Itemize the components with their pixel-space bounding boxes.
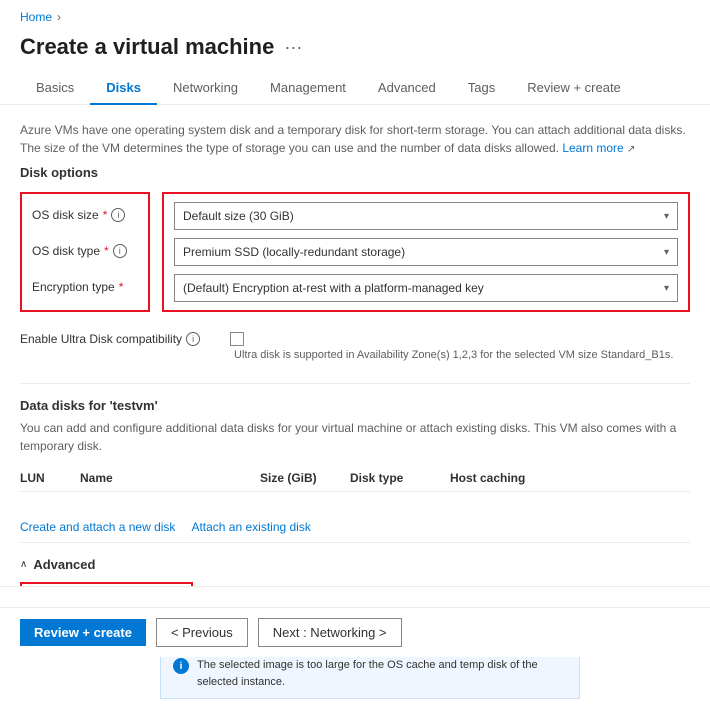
os-disk-type-required: * <box>104 244 109 258</box>
breadcrumb-separator: › <box>57 10 61 24</box>
review-create-button[interactable]: Review + create <box>20 619 146 646</box>
col-size: Size (GiB) <box>260 471 350 485</box>
encryption-type-dropdown[interactable]: (Default) Encryption at-rest with a plat… <box>174 274 678 302</box>
ultra-disk-checkbox-container: Ultra disk is supported in Availability … <box>230 332 673 363</box>
encryption-type-required: * <box>119 280 124 294</box>
ultra-disk-row: Enable Ultra Disk compatibility i Ultra … <box>20 328 690 367</box>
chevron-down-icon: ▾ <box>664 283 669 294</box>
tab-basics[interactable]: Basics <box>20 72 90 105</box>
page-header: Create a virtual machine ··· <box>0 29 710 72</box>
section-divider <box>20 383 690 384</box>
learn-more-link[interactable]: Learn more <box>562 141 623 155</box>
tab-disks[interactable]: Disks <box>90 72 157 105</box>
col-host-caching: Host caching <box>450 471 570 485</box>
os-disk-type-value: Premium SSD (locally-redundant storage) <box>183 245 405 259</box>
tab-networking[interactable]: Networking <box>157 72 254 105</box>
chevron-down-icon: ▾ <box>664 211 669 222</box>
os-disk-size-label: OS disk size * i <box>32 202 138 228</box>
data-disks-table-body <box>20 492 690 512</box>
chevron-up-icon: ∧ <box>20 559 27 570</box>
attach-existing-disk-link[interactable]: Attach an existing disk <box>191 520 310 534</box>
os-disk-size-value: Default size (30 GiB) <box>183 209 294 223</box>
ultra-disk-note: Ultra disk is supported in Availability … <box>234 348 673 363</box>
os-disk-size-info-icon[interactable]: i <box>111 208 125 222</box>
previous-button[interactable]: < Previous <box>156 618 248 647</box>
tab-tags[interactable]: Tags <box>452 72 511 105</box>
disk-options-container: OS disk size * i OS disk type * i Encryp… <box>20 192 690 312</box>
data-disks-table-header: LUN Name Size (GiB) Disk type Host cachi… <box>20 465 690 492</box>
os-disk-size-required: * <box>103 208 108 222</box>
ultra-disk-info-icon[interactable]: i <box>186 332 200 346</box>
data-disks-title: Data disks for 'testvm' <box>20 398 690 413</box>
tab-advanced[interactable]: Advanced <box>362 72 452 105</box>
info-circle-icon: i <box>173 658 189 674</box>
disk-labels-panel: OS disk size * i OS disk type * i Encryp… <box>20 192 150 312</box>
tab-review-create[interactable]: Review + create <box>511 72 637 105</box>
ultra-disk-checkbox[interactable] <box>230 332 244 346</box>
os-disk-size-dropdown[interactable]: Default size (30 GiB) ▾ <box>174 202 678 230</box>
col-disk-type: Disk type <box>350 471 450 485</box>
col-lun: LUN <box>20 471 80 485</box>
advanced-header[interactable]: ∧ Advanced <box>20 557 690 572</box>
col-name: Name <box>80 471 260 485</box>
more-options-icon[interactable]: ··· <box>284 37 302 58</box>
breadcrumb-home[interactable]: Home <box>20 10 52 24</box>
ultra-disk-label: Enable Ultra Disk compatibility i <box>20 332 220 346</box>
create-attach-disk-link[interactable]: Create and attach a new disk <box>20 520 175 534</box>
table-actions: Create and attach a new disk Attach an e… <box>20 520 690 534</box>
disk-options-title: Disk options <box>20 165 690 180</box>
chevron-down-icon: ▾ <box>664 247 669 258</box>
ephemeral-info-text: The selected image is too large for the … <box>197 657 567 690</box>
data-disks-description: You can add and configure additional dat… <box>20 419 690 455</box>
encryption-type-label: Encryption type * <box>32 274 138 300</box>
footer-actions: Review + create < Previous Next : Networ… <box>0 607 710 657</box>
disk-description: Azure VMs have one operating system disk… <box>20 121 690 157</box>
advanced-section-title: Advanced <box>33 557 95 572</box>
os-disk-type-info-icon[interactable]: i <box>113 244 127 258</box>
section-divider-2 <box>20 542 690 543</box>
page-title: Create a virtual machine <box>20 34 274 60</box>
breadcrumb: Home › <box>0 0 710 29</box>
disk-dropdowns-panel: Default size (30 GiB) ▾ Premium SSD (loc… <box>162 192 690 312</box>
os-disk-type-dropdown[interactable]: Premium SSD (locally-redundant storage) … <box>174 238 678 266</box>
tab-management[interactable]: Management <box>254 72 362 105</box>
encryption-type-value: (Default) Encryption at-rest with a plat… <box>183 281 484 295</box>
external-link-icon: ↗ <box>627 144 635 155</box>
os-disk-type-label: OS disk type * i <box>32 238 138 264</box>
tab-bar: Basics Disks Networking Management Advan… <box>0 72 710 105</box>
next-button[interactable]: Next : Networking > <box>258 618 402 647</box>
